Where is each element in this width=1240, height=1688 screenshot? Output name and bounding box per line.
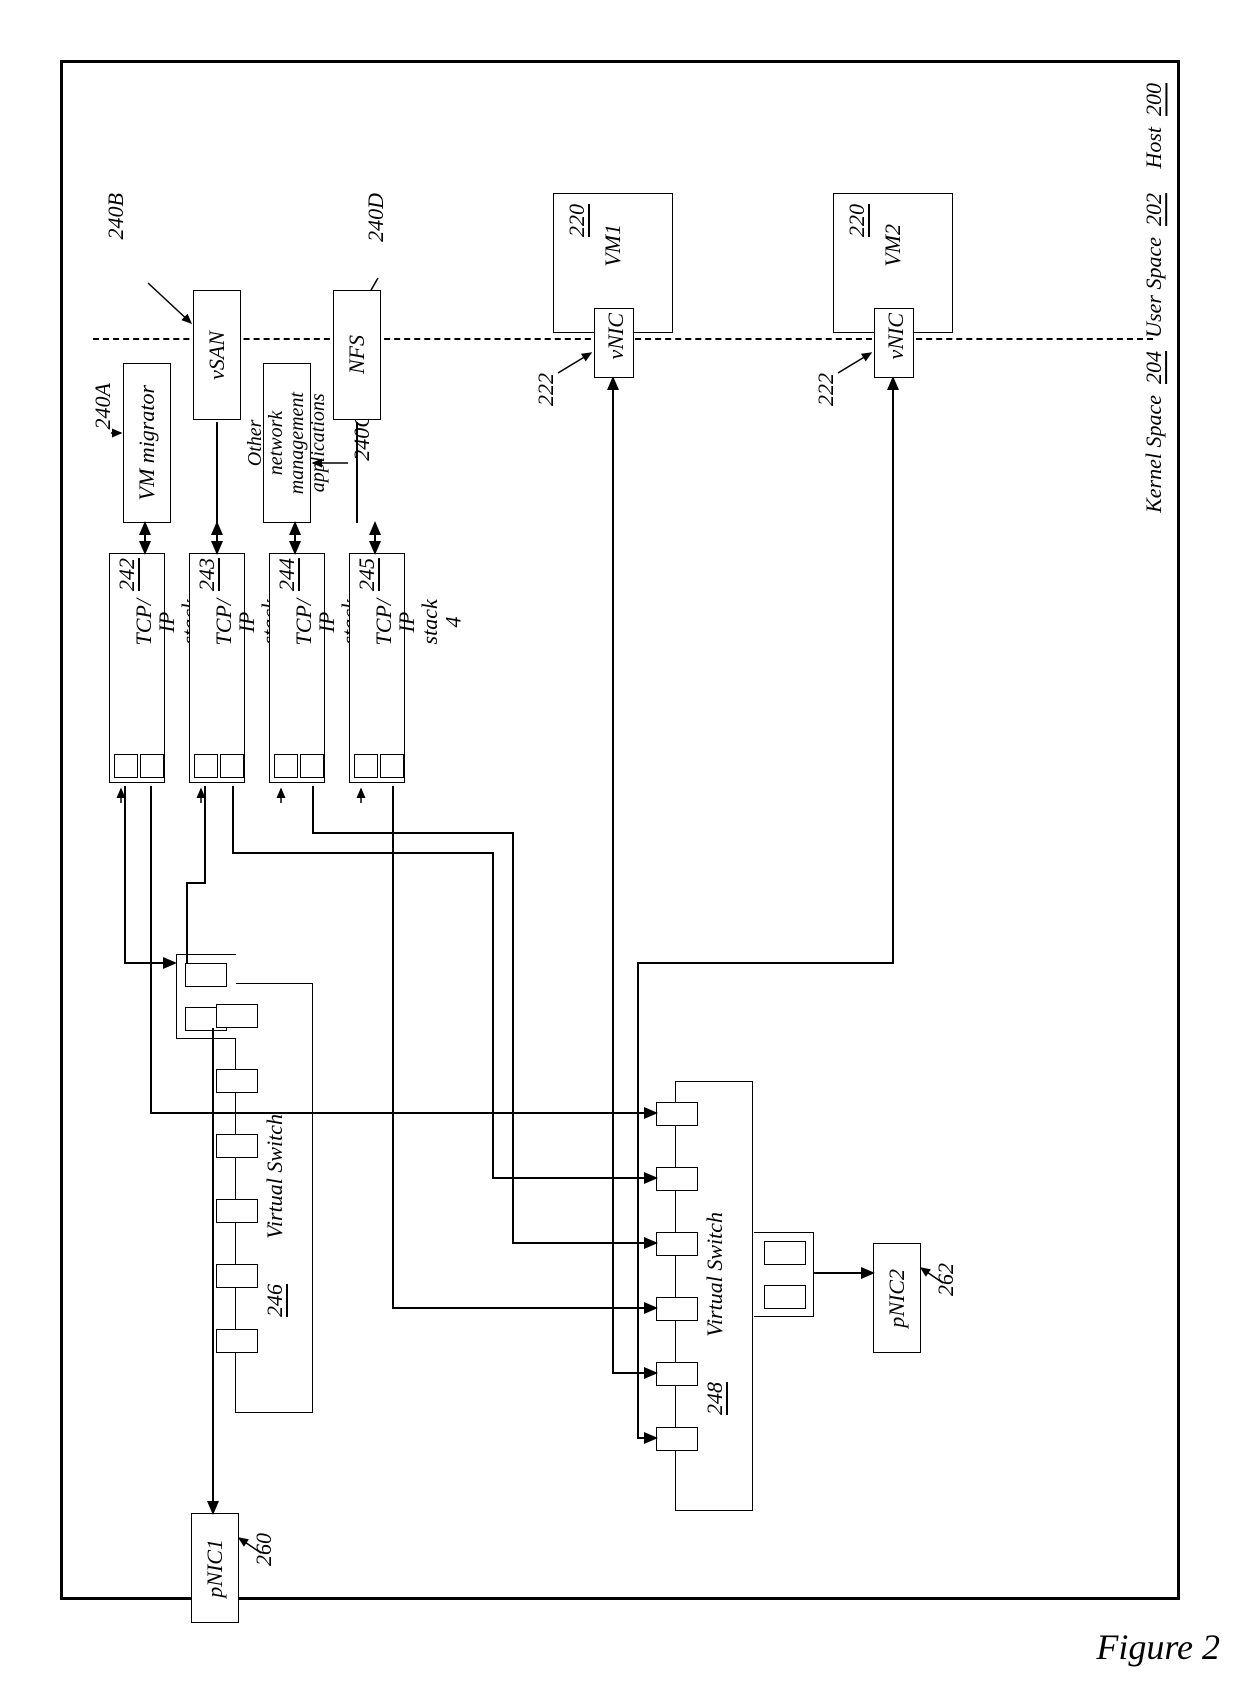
pnic2-label: pNIC2 bbox=[884, 1269, 910, 1328]
kernelspace-label: Kernel Space 204 bbox=[1141, 351, 1167, 513]
host-label: Host 200 bbox=[1141, 83, 1167, 169]
nfs-label: NFS bbox=[344, 335, 370, 374]
stack2-ref: 243 bbox=[194, 558, 220, 591]
vswitch2-ref: 248 bbox=[702, 1382, 728, 1415]
vm2-vnic-ref: 222 bbox=[813, 373, 839, 406]
vsw1-port-6 bbox=[216, 1329, 258, 1353]
userspace-label: User Space 202 bbox=[1141, 193, 1167, 338]
vm1-box: 220 VM1 vNIC bbox=[553, 193, 673, 333]
stack1-ref: 242 bbox=[114, 558, 140, 591]
other-ref: 240C bbox=[349, 413, 375, 461]
vswitch1-box: Virtual Switch 246 bbox=[235, 983, 313, 1413]
vsw2-port-4 bbox=[656, 1297, 698, 1321]
stack4-label: TCP/ IP stack 4 bbox=[372, 599, 464, 645]
figure-caption: Figure 2 bbox=[1096, 1626, 1220, 1668]
stack3-port-b bbox=[300, 754, 324, 778]
vm2-vnic: vNIC bbox=[883, 313, 909, 359]
pnic1-label: pNIC1 bbox=[202, 1539, 228, 1598]
vsan-label: vSAN bbox=[204, 331, 230, 380]
vswitch2-out-port-b bbox=[764, 1285, 806, 1309]
vm1-label: VM1 bbox=[600, 224, 626, 267]
userspace-text: User Space bbox=[1141, 237, 1166, 338]
vswitch2-box: Virtual Switch 248 bbox=[675, 1081, 753, 1511]
vsw2-port-5 bbox=[656, 1362, 698, 1386]
stack1-port-b bbox=[140, 754, 164, 778]
vm-migrator-box: VM migrator bbox=[123, 363, 171, 523]
vm1-vnic-box: vNIC bbox=[594, 308, 634, 378]
vsw1-port-4 bbox=[216, 1199, 258, 1223]
pnic1-ref: 260 bbox=[251, 1533, 277, 1566]
vm-migrator-ref: 240A bbox=[90, 383, 116, 429]
vsw2-port-1 bbox=[656, 1102, 698, 1126]
vsan-ref: 240B bbox=[103, 193, 129, 239]
other-label: Other network management applications bbox=[245, 392, 329, 494]
stack4-port-a bbox=[354, 754, 378, 778]
nfs-box: NFS bbox=[333, 290, 381, 420]
vsw2-port-2 bbox=[656, 1167, 698, 1191]
pnic2-box: pNIC2 bbox=[873, 1243, 921, 1353]
stack4-port-b bbox=[380, 754, 404, 778]
vsw1-port-3 bbox=[216, 1134, 258, 1158]
stack2-box: 243 TCP/ IP stack 2 bbox=[189, 553, 245, 783]
vsw1-port-2 bbox=[216, 1069, 258, 1093]
userspace-ref: 202 bbox=[1141, 193, 1166, 226]
host-container: Host 200 User Space 202 Kernel Space 204… bbox=[60, 60, 1180, 1600]
stack2-port-b bbox=[220, 754, 244, 778]
vswitch1-ref: 246 bbox=[262, 1284, 288, 1317]
vm-migrator-label: VM migrator bbox=[134, 385, 160, 501]
other-box: Other network management applications bbox=[263, 363, 311, 523]
vsw2-port-6 bbox=[656, 1427, 698, 1451]
kernelspace-text: Kernel Space bbox=[1141, 395, 1166, 513]
kernelspace-ref: 204 bbox=[1141, 351, 1166, 384]
stack3-port-a bbox=[274, 754, 298, 778]
stack1-box: 242 TCP/ IP stack 1 bbox=[109, 553, 165, 783]
vsw1-port-5 bbox=[216, 1264, 258, 1288]
vm2-box: 220 VM2 vNIC bbox=[833, 193, 953, 333]
vswitch1-top-port-a bbox=[185, 963, 227, 987]
host-label-text: Host bbox=[1141, 127, 1166, 169]
stack3-ref: 244 bbox=[274, 558, 300, 591]
vswitch2-out-ext bbox=[754, 1232, 814, 1317]
vm1-vnic-ref: 222 bbox=[533, 373, 559, 406]
vsw1-port-1 bbox=[216, 1004, 258, 1028]
pnic1-box: pNIC1 bbox=[191, 1513, 239, 1623]
vm2-ref: 220 bbox=[844, 204, 870, 237]
stack3-box: 244 TCP/ IP stack 3 bbox=[269, 553, 325, 783]
vm2-vnic-box: vNIC bbox=[874, 308, 914, 378]
stack1-port-a bbox=[114, 754, 138, 778]
vswitch2-label: Virtual Switch bbox=[702, 1212, 728, 1337]
stack2-port-a bbox=[194, 754, 218, 778]
pnic2-ref: 262 bbox=[933, 1263, 959, 1296]
vm2-label: VM2 bbox=[880, 224, 906, 267]
vswitch2-out-port-a bbox=[764, 1241, 806, 1265]
vsan-box: vSAN bbox=[193, 290, 241, 420]
host-ref: 200 bbox=[1141, 83, 1166, 116]
vswitch1-label: Virtual Switch bbox=[262, 1114, 288, 1239]
vm1-ref: 220 bbox=[564, 204, 590, 237]
nfs-ref: 240D bbox=[363, 193, 389, 242]
vsw2-port-3 bbox=[656, 1232, 698, 1256]
vm1-vnic: vNIC bbox=[603, 313, 629, 359]
stack4-box: 245 TCP/ IP stack 4 bbox=[349, 553, 405, 783]
stack4-ref: 245 bbox=[354, 558, 380, 591]
